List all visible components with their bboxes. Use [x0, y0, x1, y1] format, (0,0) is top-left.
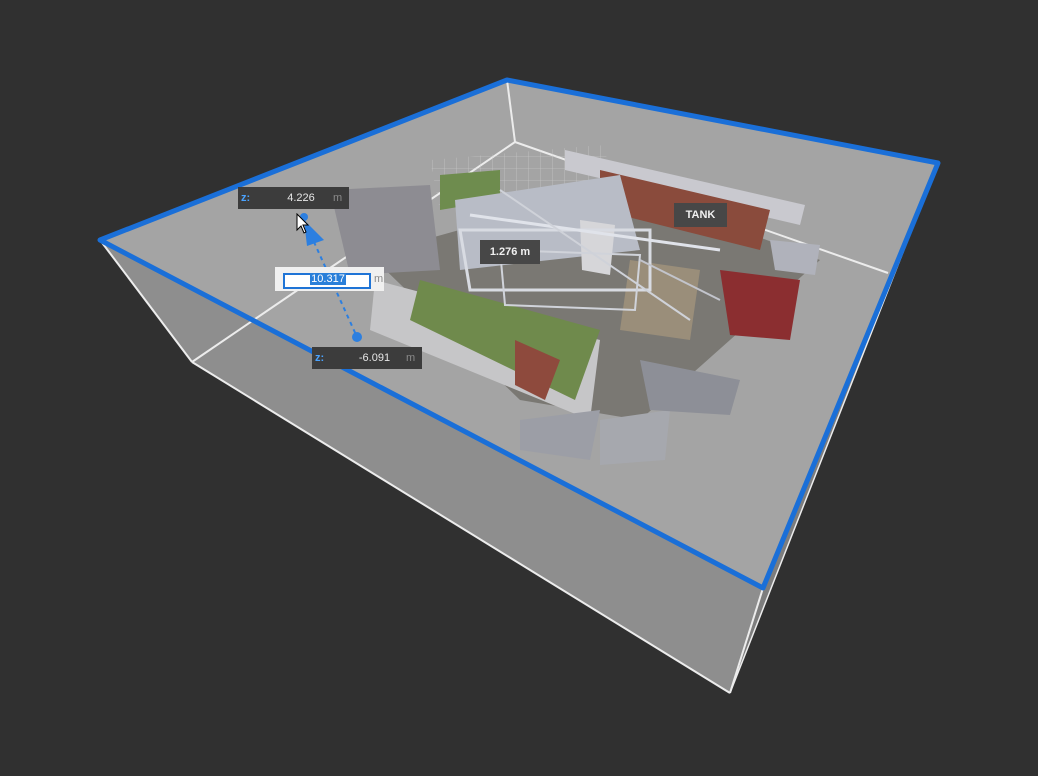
z-top-unit: m	[333, 192, 343, 204]
size-unit: m	[374, 273, 384, 285]
scene-canvas[interactable]	[0, 0, 1038, 776]
move-handle-bottom-icon[interactable]	[352, 332, 362, 342]
z-bottom-value[interactable]: -6.091	[343, 352, 406, 364]
mouse-pointer-icon	[296, 213, 310, 234]
z-bottom-unit: m	[406, 352, 416, 364]
size-input-wrap[interactable]: 10.317	[283, 271, 371, 289]
z-bottom-field[interactable]: z: -6.091 m	[312, 347, 422, 369]
3d-viewport[interactable]: z: 4.226 m 10.317 m z: -6.091 m 1.276 m …	[0, 0, 1038, 776]
z-top-axis-label: z:	[241, 192, 251, 204]
z-top-field[interactable]: z: 4.226 m	[238, 187, 349, 209]
size-edit-field[interactable]: 10.317 m	[275, 267, 384, 291]
object-tag-label[interactable]: TANK	[674, 203, 727, 227]
z-bottom-axis-label: z:	[315, 352, 325, 364]
size-input[interactable]	[283, 273, 371, 289]
z-top-value[interactable]: 4.226	[269, 192, 333, 204]
measurement-label[interactable]: 1.276 m	[480, 240, 540, 264]
